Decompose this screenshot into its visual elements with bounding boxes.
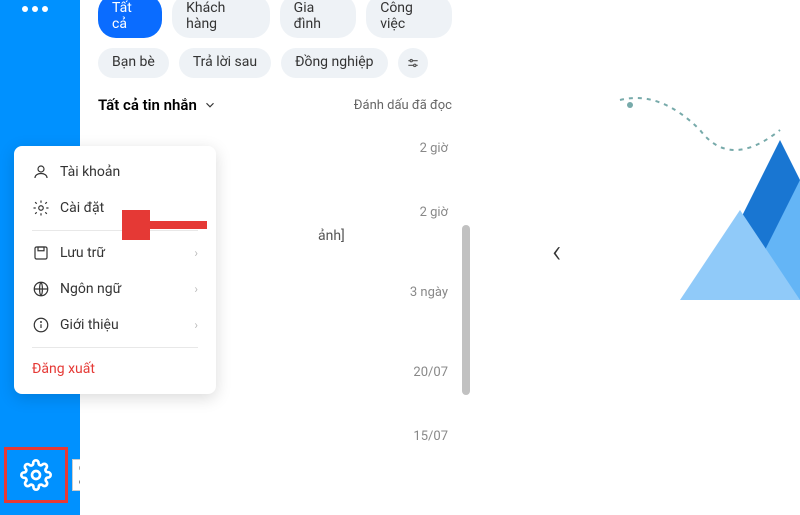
menu-label: Đăng xuất [32, 361, 95, 377]
message-filter-dropdown[interactable]: Tất cả tin nhắn [98, 96, 217, 114]
menu-label: Ngôn ngữ [60, 281, 121, 297]
filter-settings-icon[interactable] [398, 48, 428, 78]
menu-language[interactable]: Ngôn ngữ › [14, 271, 216, 307]
message-time: 20/07 [413, 365, 448, 380]
filter-chip-work[interactable]: Công việc [366, 0, 452, 38]
message-time: 15/07 [413, 429, 448, 444]
filter-chip-friends[interactable]: Bạn bè [98, 48, 169, 78]
chevron-down-icon [203, 98, 217, 112]
gear-icon [20, 459, 52, 491]
menu-label: Lưu trữ [60, 245, 105, 261]
filter-title: Tất cả tin nhắn [98, 96, 197, 114]
filter-chip-customer[interactable]: Khách hàng [172, 0, 270, 38]
chevron-right-icon: › [194, 318, 198, 332]
welcome-illustration [600, 80, 800, 310]
settings-gear-highlight[interactable] [4, 447, 68, 503]
save-icon [32, 244, 50, 262]
filter-chip-family[interactable]: Gia đình [280, 0, 357, 38]
chevron-right-icon: › [194, 246, 198, 260]
menu-label: Tài khoản [60, 164, 120, 180]
user-icon [32, 163, 50, 181]
filter-chip-reply-later[interactable]: Trả lời sau [179, 48, 271, 78]
partial-message-text: ảnh] [318, 228, 345, 244]
info-icon [32, 316, 50, 334]
gear-icon [32, 199, 50, 217]
scrollbar-vertical[interactable] [462, 225, 470, 395]
menu-label: Cài đặt [60, 200, 104, 216]
menu-account[interactable]: Tài khoản [14, 154, 216, 190]
more-icon[interactable] [22, 6, 48, 12]
message-time: 2 giờ [420, 205, 448, 220]
menu-logout[interactable]: Đăng xuất [14, 352, 216, 386]
globe-icon [32, 280, 50, 298]
right-panel: ‹ [470, 0, 800, 515]
mark-all-read[interactable]: Đánh dấu đã đọc [354, 98, 452, 113]
message-time: 3 ngày [410, 285, 448, 300]
annotation-arrow [122, 210, 212, 240]
menu-divider [32, 347, 198, 348]
filter-chip-colleague[interactable]: Đồng nghiệp [281, 48, 387, 78]
menu-about[interactable]: Giới thiệu › [14, 307, 216, 343]
menu-storage[interactable]: Lưu trữ › [14, 235, 216, 271]
carousel-prev[interactable]: ‹ [552, 232, 562, 270]
menu-label: Giới thiệu [60, 317, 119, 333]
message-time: 2 giờ [420, 141, 448, 156]
settings-context-menu: Tài khoản Cài đặt Lưu trữ › Ngôn ngữ › G… [14, 146, 216, 394]
message-row[interactable]: 15/07 [98, 412, 452, 460]
chevron-right-icon: › [194, 282, 198, 296]
filter-chip-all[interactable]: Tất cả [98, 0, 162, 38]
